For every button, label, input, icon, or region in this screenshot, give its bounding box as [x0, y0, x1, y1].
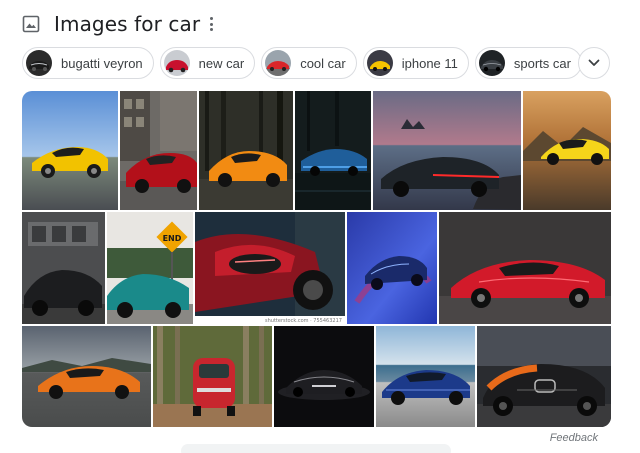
image-result-3[interactable]: [199, 91, 293, 210]
chip-label: new car: [198, 55, 245, 71]
related-searches-chips: bugatti veyron new car cool car iphone 1…: [22, 47, 582, 79]
chip-thumbnail: [265, 50, 292, 76]
image-result-11[interactable]: [439, 212, 611, 324]
chip-thumbnail: [163, 50, 190, 76]
chip-iphone-11[interactable]: iphone 11: [362, 47, 469, 79]
page-title: Images for car: [54, 12, 201, 36]
chip-label: sports car: [513, 55, 571, 71]
image-result-14[interactable]: [274, 326, 374, 427]
image-result-15[interactable]: [376, 326, 475, 427]
image-result-13[interactable]: [153, 326, 272, 427]
image-result-16[interactable]: [477, 326, 611, 427]
chip-label: cool car: [300, 55, 346, 71]
image-result-5[interactable]: [373, 91, 521, 210]
results-header: Images for car: [22, 10, 200, 38]
chip-label: bugatti veyron: [61, 55, 143, 71]
chip-thumbnail: [26, 50, 52, 76]
image-result-6[interactable]: [523, 91, 611, 210]
image-result-10[interactable]: [347, 212, 437, 324]
feedback-link[interactable]: Feedback: [550, 432, 598, 444]
chip-thumbnail: [478, 50, 505, 76]
image-result-4[interactable]: [295, 91, 371, 210]
chip-sports-car[interactable]: sports car: [474, 47, 582, 79]
chip-new-car[interactable]: new car: [159, 47, 256, 79]
chevron-down-icon: [588, 54, 600, 72]
image-grid: END shutterstock.com · 755463217: [22, 91, 611, 427]
chip-bugatti-veyron[interactable]: bugatti veyron: [22, 47, 154, 79]
more-vert-icon[interactable]: [204, 14, 218, 34]
chip-thumbnail: [366, 50, 393, 76]
image-result-2[interactable]: [120, 91, 197, 210]
image-result-8[interactable]: END: [107, 212, 193, 324]
view-all-bar[interactable]: [181, 444, 451, 453]
image-result-1[interactable]: [22, 91, 118, 210]
image-result-12[interactable]: [22, 326, 151, 427]
image-result-7[interactable]: [22, 212, 105, 324]
chip-label: iphone 11: [401, 55, 458, 71]
end-sign-text: END: [163, 234, 182, 243]
chips-expand-button[interactable]: [578, 47, 610, 79]
chip-cool-car[interactable]: cool car: [261, 47, 357, 79]
image-result-9[interactable]: shutterstock.com · 755463217: [195, 212, 345, 324]
image-icon: [22, 15, 40, 33]
watermark-text: shutterstock.com · 755463217: [265, 318, 342, 324]
